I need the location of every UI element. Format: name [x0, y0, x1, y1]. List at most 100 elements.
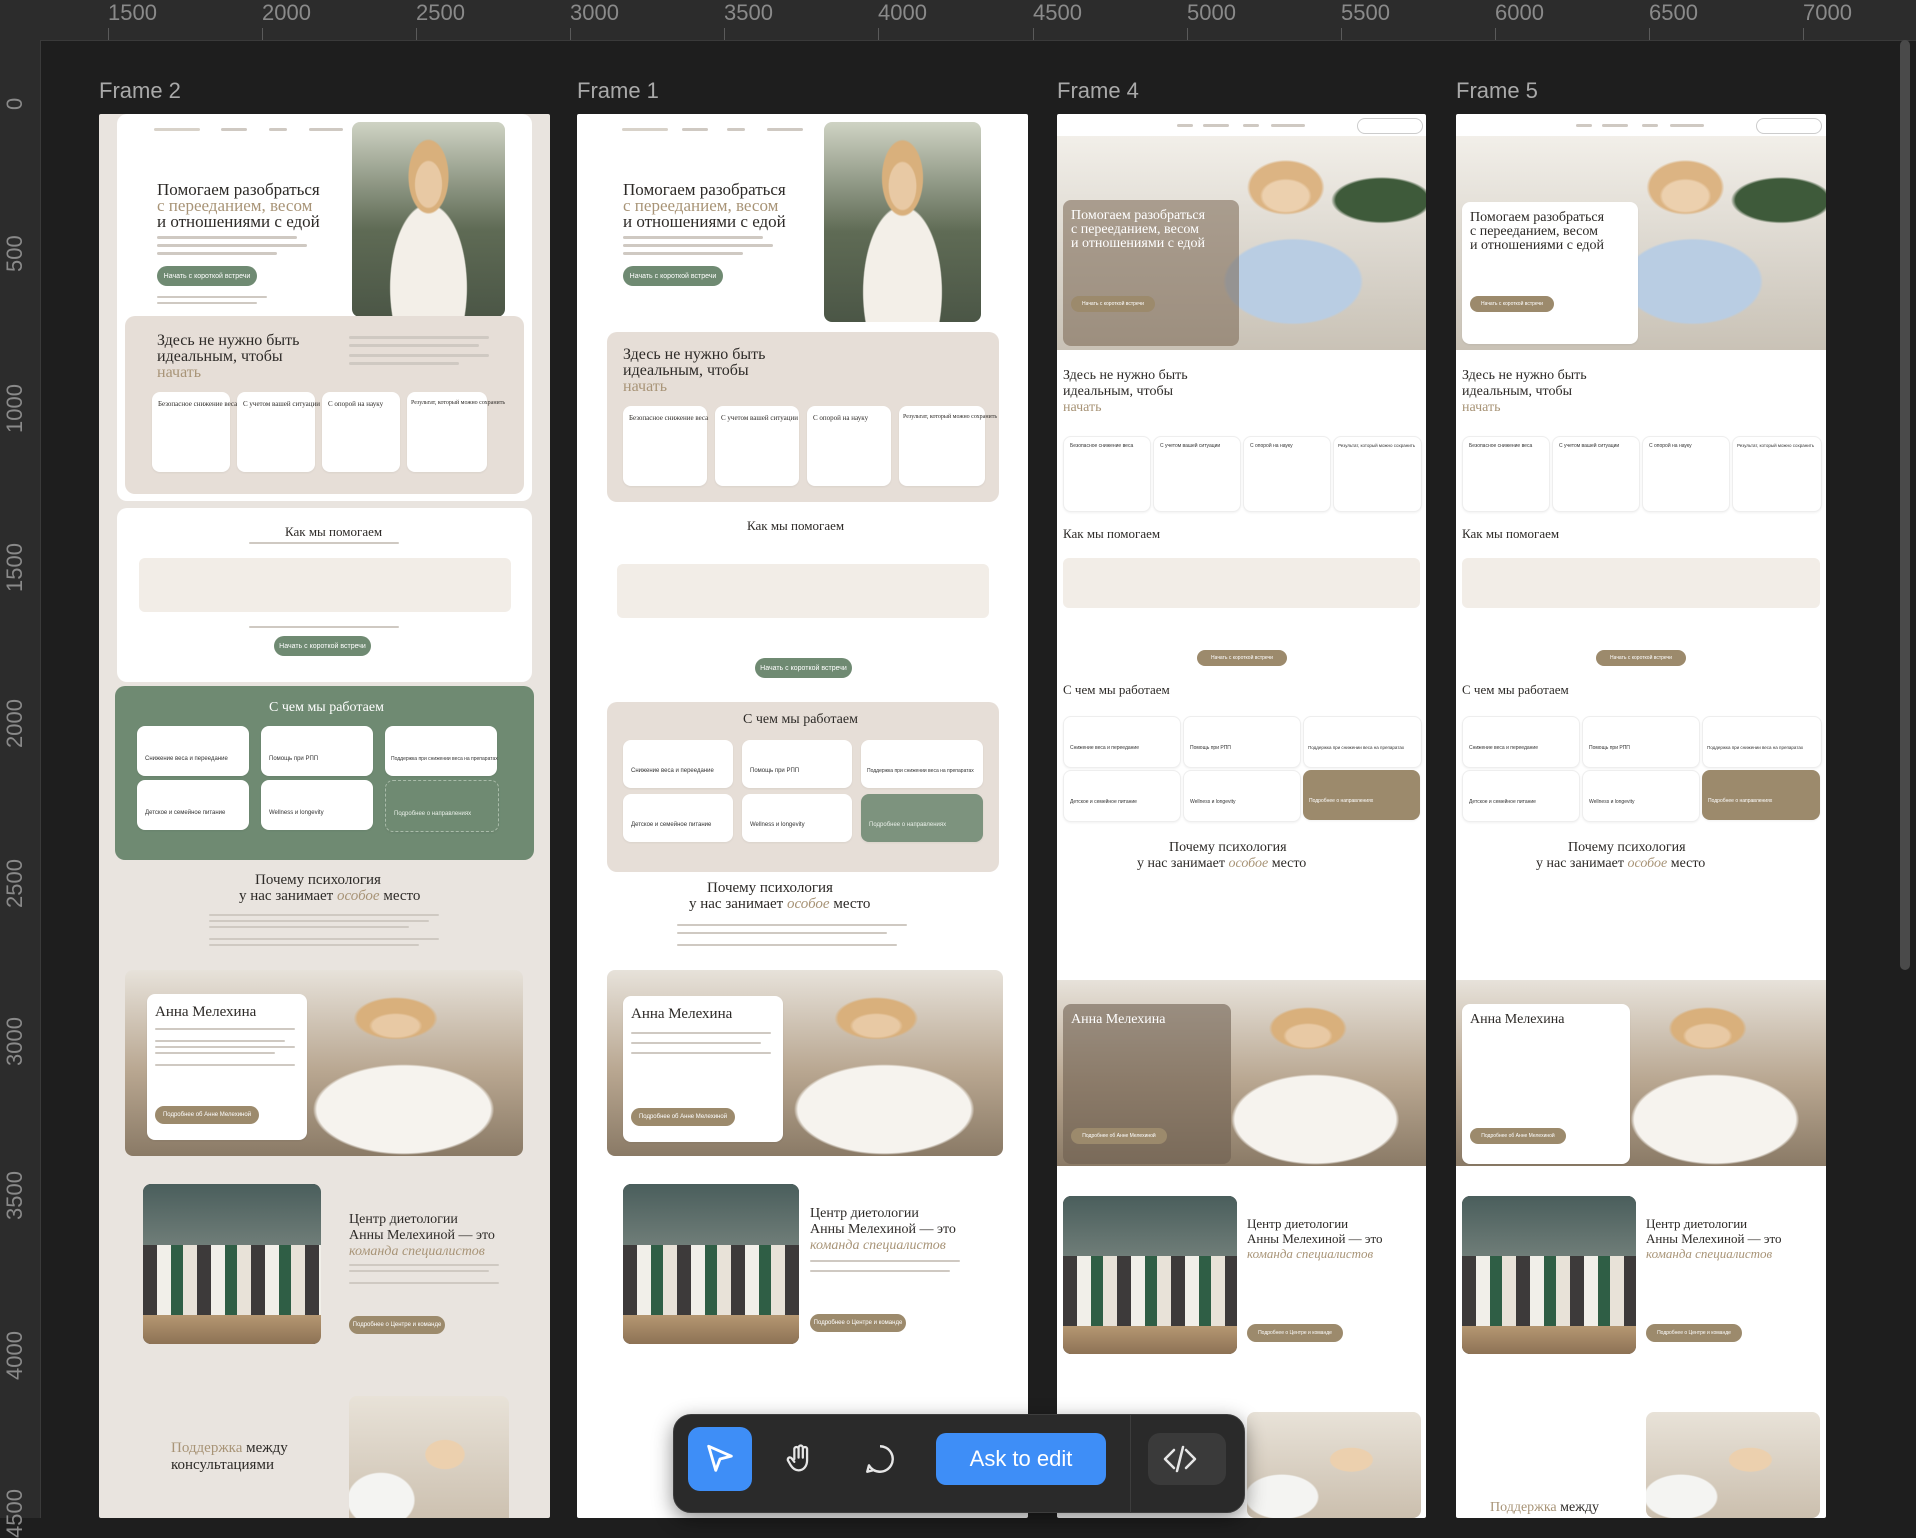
comment-icon[interactable]	[848, 1427, 912, 1491]
vertical-scrollbar[interactable]	[1900, 40, 1910, 970]
frame-4[interactable]: Помогаем разобраться с перееданием, весо…	[1057, 114, 1426, 1518]
work-card[interactable]: Снижение веса и переедание	[1462, 716, 1580, 768]
center-title-line3: команда специалистов	[349, 1244, 485, 1259]
frame-label-1[interactable]: Frame 1	[577, 78, 659, 104]
center-title-line1: Центр диетологии	[810, 1206, 919, 1221]
why-title-line2: у нас занимает особое место	[689, 896, 871, 912]
work-card-more[interactable]: Подробнее о направлениях	[1702, 770, 1820, 820]
frame-label-4[interactable]: Frame 4	[1057, 78, 1139, 104]
work-card[interactable]: Снижение веса и переедание	[137, 726, 249, 776]
work-card[interactable]: Детское и семейное питание	[1063, 770, 1181, 822]
perfect-title-line1: Здесь не нужно быть	[1462, 368, 1587, 383]
perfect-title-line2: идеальным, чтобы	[1462, 384, 1572, 399]
hero-cta-button[interactable]: Начать с короткой встречи	[157, 266, 257, 286]
header-button[interactable]	[1756, 118, 1822, 134]
center-cta-button[interactable]: Подробнее о Центре и команде	[349, 1316, 445, 1334]
work-card[interactable]: Помощь при РПП	[742, 740, 852, 788]
work-card[interactable]: Снижение веса и переедание	[623, 740, 733, 788]
support-title-line2: консультациями	[171, 1457, 274, 1473]
frame-label-2[interactable]: Frame 2	[99, 78, 181, 104]
work-card[interactable]: Детское и семейное питание	[623, 794, 733, 842]
work-card[interactable]: Снижение веса и переедание	[1063, 716, 1181, 768]
hero-cta-button[interactable]: Начать с короткой встречи	[1470, 296, 1554, 312]
hand-icon[interactable]	[768, 1427, 832, 1491]
work-card[interactable]: Помощь при РПП	[261, 726, 373, 776]
work-card-more[interactable]: Подробнее о направлениях	[861, 794, 983, 842]
hero-overlay-card: Помогаем разобраться с перееданием, весо…	[1462, 202, 1638, 344]
work-card[interactable]: Помощь при РПП	[1183, 716, 1301, 768]
how-title: Как мы помогаем	[1063, 526, 1161, 541]
perfect-card: Безопасное снижение веса	[623, 406, 708, 486]
ruler-tick: 3000	[2, 1017, 27, 1066]
work-card[interactable]: Поддержка при снижении веса на препарата…	[1303, 716, 1422, 768]
center-title-line2: Анны Мелехиной — это	[1247, 1231, 1383, 1246]
anna-name: Анна Мелехина	[631, 1006, 733, 1022]
ruler-tick: 1500	[108, 0, 157, 40]
how-cta-button[interactable]: Начать с короткой встречи	[1596, 650, 1686, 666]
hero-title-line3: и отношениями с едой	[157, 212, 320, 231]
frame-label-5[interactable]: Frame 5	[1456, 78, 1538, 104]
anna-cta-button[interactable]: Подробнее об Анне Мелехиной	[155, 1106, 259, 1124]
work-card[interactable]: Wellness и longevity	[742, 794, 852, 842]
perfect-title-line1: Здесь не нужно быть	[1063, 368, 1188, 383]
frame-2[interactable]: Помогаем разобраться с перееданием, весо…	[99, 114, 550, 1518]
ask-to-edit-button[interactable]: Ask to edit	[936, 1433, 1106, 1485]
hero-photo	[824, 122, 981, 322]
ruler-tick: 7000	[1803, 0, 1852, 40]
why-title-line1: Почему психология	[707, 880, 833, 896]
how-cta-button[interactable]: Начать с короткой встречи	[755, 658, 852, 678]
support-title-line1: Поддержка между	[1490, 1500, 1600, 1515]
hero-cta-button[interactable]: Начать с короткой встречи	[1071, 296, 1155, 312]
anna-name: Анна Мелехина	[155, 1004, 257, 1020]
design-canvas[interactable]: Frame 2 Frame 1 Frame 4 Frame 5 Помогаем…	[40, 40, 1916, 1518]
support-photo	[349, 1396, 509, 1518]
ruler-tick: 6500	[1649, 0, 1698, 40]
center-cta-button[interactable]: Подробнее о Центре и команде	[1646, 1324, 1742, 1342]
center-cta-button[interactable]: Подробнее о Центре и команде	[1247, 1324, 1343, 1342]
center-title-line1: Центр диетологии	[1646, 1216, 1748, 1231]
work-title: С чем мы работаем	[1462, 682, 1569, 697]
ruler-tick: 3500	[2, 1171, 27, 1220]
center-cta-button[interactable]: Подробнее о Центре и команде	[810, 1314, 906, 1332]
anna-cta-button[interactable]: Подробнее об Анне Мелехиной	[1470, 1128, 1566, 1144]
ruler-tick: 4500	[2, 1489, 27, 1538]
center-title-line3: команда специалистов	[1646, 1246, 1773, 1261]
work-card[interactable]: Детское и семейное питание	[137, 780, 249, 830]
work-card[interactable]: Поддержка при снижении веса на препарата…	[385, 726, 498, 776]
center-title-line3: команда специалистов	[1247, 1246, 1374, 1261]
why-title-line1: Почему психология	[255, 872, 381, 888]
anna-cta-button[interactable]: Подробнее об Анне Мелехиной	[1071, 1128, 1167, 1144]
perfect-card: Результат, который можно сохранить	[407, 392, 505, 472]
ruler-top: 1500 2000 2500 3000 3500 4000 4500 5000 …	[0, 0, 1916, 41]
work-card[interactable]: Wellness и longevity	[261, 780, 373, 830]
work-card[interactable]: Помощь при РПП	[1582, 716, 1700, 768]
team-photo	[623, 1184, 799, 1344]
hero-cta-button[interactable]: Начать с короткой встречи	[623, 266, 723, 286]
frame-5[interactable]: Помогаем разобраться с перееданием, весо…	[1456, 114, 1826, 1518]
how-cta-button[interactable]: Начать с короткой встречи	[274, 636, 371, 656]
code-icon[interactable]	[1148, 1433, 1226, 1485]
header-button[interactable]	[1357, 118, 1423, 134]
work-card-more[interactable]: Подробнее о направлениях	[1303, 770, 1420, 820]
perfect-card: С опорой на науку	[322, 392, 400, 472]
work-card[interactable]: Wellness и longevity	[1582, 770, 1700, 822]
perfect-title-line3: начать	[1063, 400, 1102, 415]
perfect-title-line3: начать	[157, 364, 202, 381]
support-title-line1: Поддержка между	[171, 1440, 288, 1456]
anna-cta-button[interactable]: Подробнее об Анне Мелехиной	[631, 1108, 735, 1126]
anna-card: Анна Мелехина Подробнее об Анне Мелехино…	[623, 996, 783, 1142]
work-card[interactable]: Поддержка при снижении веса на препарата…	[861, 740, 983, 788]
work-card[interactable]: Поддержка при снижении веса на препарата…	[1702, 716, 1822, 768]
how-cta-button[interactable]: Начать с короткой встречи	[1197, 650, 1287, 666]
cursor-icon[interactable]	[688, 1427, 752, 1491]
center-title-line1: Центр диетологии	[1247, 1216, 1349, 1231]
perfect-card: С учетом вашей ситуации	[715, 406, 799, 486]
how-title: Как мы помогаем	[1462, 526, 1560, 541]
work-card[interactable]: Детское и семейное питание	[1462, 770, 1580, 822]
perfect-card: Безопасное снижение веса	[1462, 436, 1550, 512]
frame-1[interactable]: Помогаем разобраться с перееданием, весо…	[577, 114, 1028, 1518]
work-card-more[interactable]: Подробнее о направлениях	[385, 780, 499, 832]
work-card[interactable]: Wellness и longevity	[1183, 770, 1301, 822]
logo	[154, 128, 204, 136]
why-title-line2: у нас занимает особое место	[1137, 856, 1307, 871]
